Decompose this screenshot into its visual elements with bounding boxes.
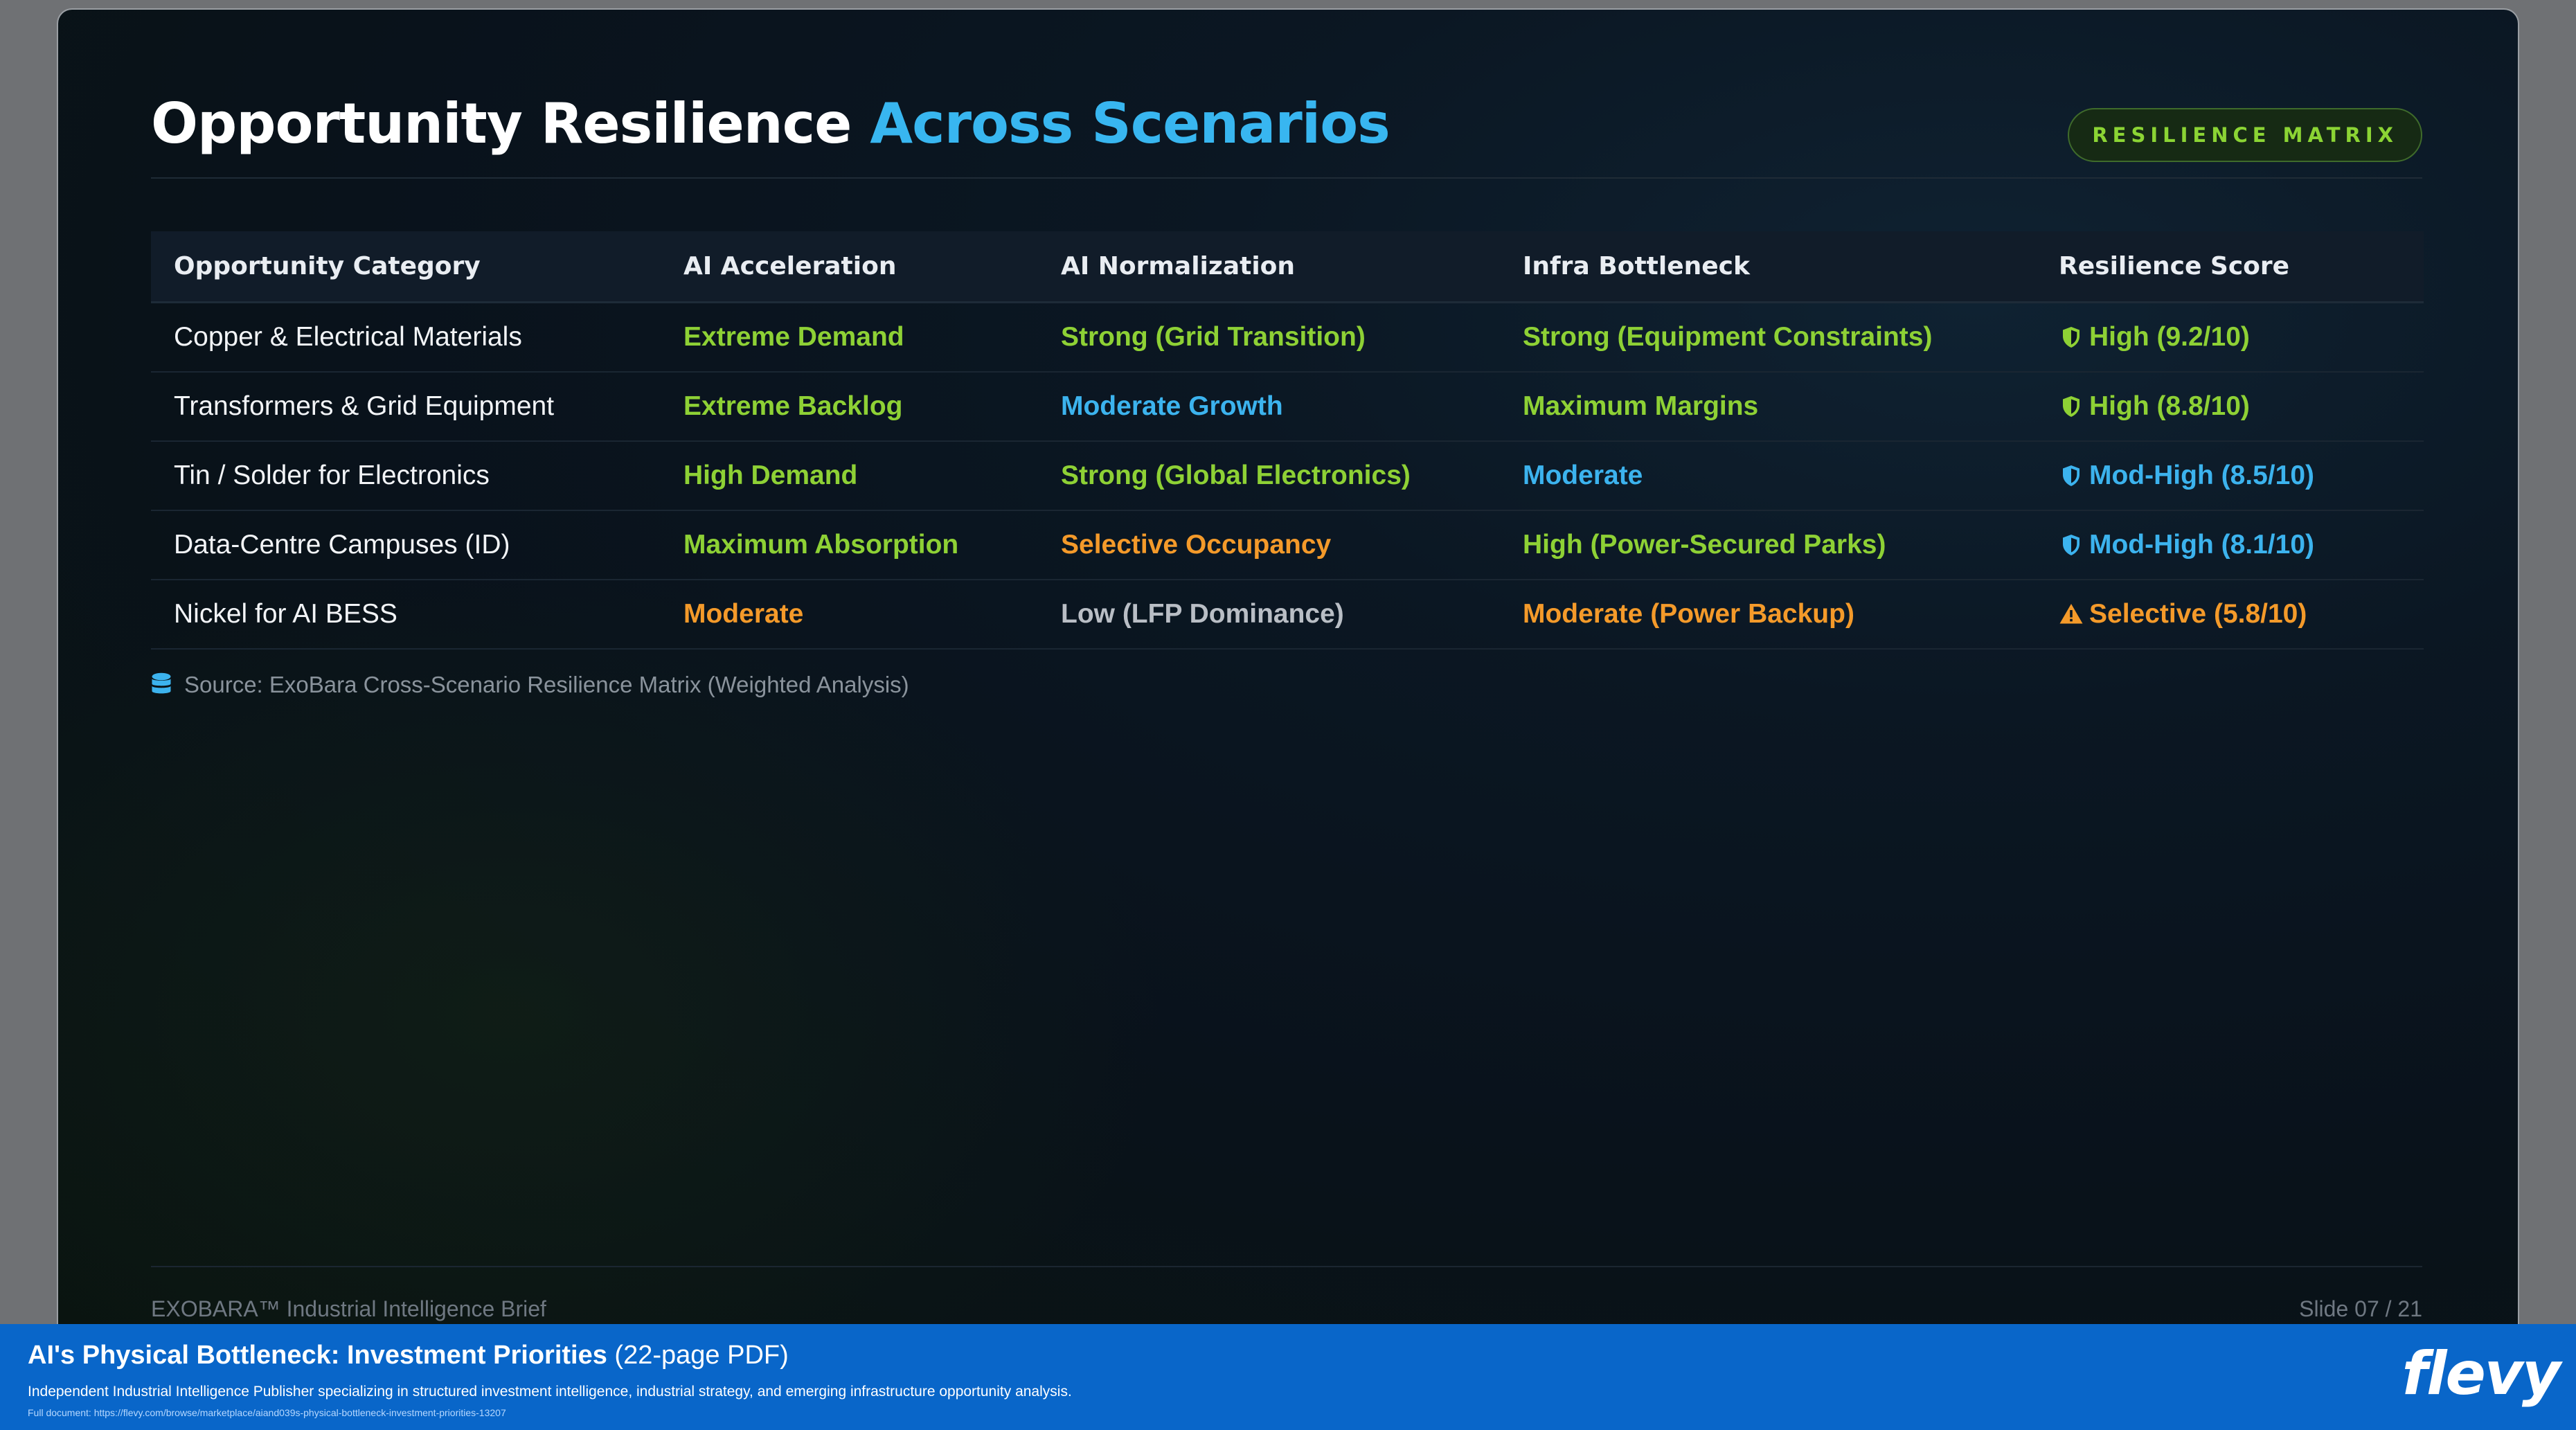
category-cell: Nickel for AI BESS <box>174 599 397 629</box>
infra-bottleneck-cell: High (Power-Secured Parks) <box>1523 530 1886 560</box>
category-cell: Data-Centre Campuses (ID) <box>174 530 510 560</box>
table-row: Tin / Solder for Electronics High Demand… <box>151 442 2424 511</box>
shield-half-icon <box>2063 465 2079 486</box>
ai-acceleration-cell: Extreme Demand <box>683 322 904 352</box>
slide-number: Slide 07 / 21 <box>2299 1296 2422 1321</box>
table-row: Nickel for AI BESS Moderate Low (LFP Dom… <box>151 580 2424 650</box>
page: Opportunity Resilience Across Scenarios … <box>0 0 2576 1430</box>
table-row: Data-Centre Campuses (ID) Maximum Absorp… <box>151 511 2424 580</box>
ai-normalization-cell: Strong (Grid Transition) <box>1061 322 1366 352</box>
resilience-score-cell: High (9.2/10) <box>2059 322 2250 352</box>
document-banner: AI's Physical Bottleneck: Investment Pri… <box>0 1324 2576 1430</box>
infra-bottleneck-cell: Moderate (Power Backup) <box>1523 599 1854 629</box>
header-opportunity-category: Opportunity Category <box>174 252 481 280</box>
slide-title: Opportunity Resilience Across Scenarios <box>151 91 1390 156</box>
score-text: High (8.8/10) <box>2089 391 2250 421</box>
ai-acceleration-cell: High Demand <box>683 461 858 490</box>
infra-bottleneck-cell: Moderate <box>1523 461 1643 490</box>
slide: Opportunity Resilience Across Scenarios … <box>57 8 2519 1324</box>
banner-title[interactable]: AI's Physical Bottleneck: Investment Pri… <box>28 1341 789 1370</box>
infra-bottleneck-cell: Strong (Equipment Constraints) <box>1523 322 1933 352</box>
score-text: High (9.2/10) <box>2089 322 2250 352</box>
footer-brand: EXOBARA™ Industrial Intelligence Brief <box>151 1296 546 1321</box>
slide-title-accent: Across Scenarios <box>870 91 1390 156</box>
header-resilience-score: Resilience Score <box>2059 252 2290 280</box>
banner-title-main: AI's Physical Bottleneck: Investment Pri… <box>28 1341 607 1370</box>
resilience-score-cell: Mod-High (8.5/10) <box>2059 461 2314 491</box>
table-header: Opportunity Category AI Acceleration AI … <box>151 231 2424 303</box>
warning-icon <box>2059 604 2083 624</box>
banner-description: Independent Industrial Intelligence Publ… <box>28 1384 1072 1400</box>
database-icon <box>152 672 171 694</box>
table-row: Transformers & Grid Equipment Extreme Ba… <box>151 373 2424 442</box>
ai-acceleration-cell: Moderate <box>683 599 804 629</box>
resilience-score-cell: Mod-High (8.1/10) <box>2059 530 2314 560</box>
resilience-table: Opportunity Category AI Acceleration AI … <box>151 231 2424 650</box>
banner-title-suffix: (22-page PDF) <box>607 1341 789 1370</box>
score-text: Mod-High (8.5/10) <box>2089 461 2315 490</box>
score-text: Mod-High (8.1/10) <box>2089 530 2315 560</box>
score-text: Selective (5.8/10) <box>2089 599 2307 629</box>
slide-title-main: Opportunity Resilience <box>151 91 852 156</box>
resilience-score-cell: Selective (5.8/10) <box>2059 599 2307 629</box>
shield-icon <box>2063 396 2079 417</box>
ai-normalization-cell: Strong (Global Electronics) <box>1061 461 1411 490</box>
resilience-score-cell: High (8.8/10) <box>2059 391 2250 422</box>
ai-normalization-cell: Selective Occupancy <box>1061 530 1332 560</box>
source-text: Source: ExoBara Cross-Scenario Resilienc… <box>184 672 909 697</box>
header-infra-bottleneck: Infra Bottleneck <box>1523 252 1750 280</box>
ai-acceleration-cell: Maximum Absorption <box>683 530 959 560</box>
ai-normalization-cell: Moderate Growth <box>1061 391 1283 421</box>
source-note: Source: ExoBara Cross-Scenario Resilienc… <box>151 672 909 698</box>
table-row: Copper & Electrical Materials Extreme De… <box>151 303 2424 373</box>
footer-divider <box>151 1266 2422 1267</box>
category-cell: Transformers & Grid Equipment <box>174 391 555 421</box>
shield-icon <box>2063 327 2079 348</box>
flevy-logo[interactable]: flevy <box>2402 1339 2561 1409</box>
shield-half-icon <box>2063 535 2079 555</box>
category-cell: Tin / Solder for Electronics <box>174 461 490 490</box>
banner-document-link[interactable]: Full document: https://flevy.com/browse/… <box>28 1407 506 1418</box>
header-ai-normalization: AI Normalization <box>1061 252 1296 280</box>
infra-bottleneck-cell: Maximum Margins <box>1523 391 1759 421</box>
title-divider <box>151 177 2422 179</box>
header-ai-acceleration: AI Acceleration <box>683 252 897 280</box>
ai-acceleration-cell: Extreme Backlog <box>683 391 903 421</box>
resilience-matrix-badge: RESILIENCE MATRIX <box>2068 108 2422 162</box>
ai-normalization-cell: Low (LFP Dominance) <box>1061 599 1344 629</box>
category-cell: Copper & Electrical Materials <box>174 322 522 352</box>
